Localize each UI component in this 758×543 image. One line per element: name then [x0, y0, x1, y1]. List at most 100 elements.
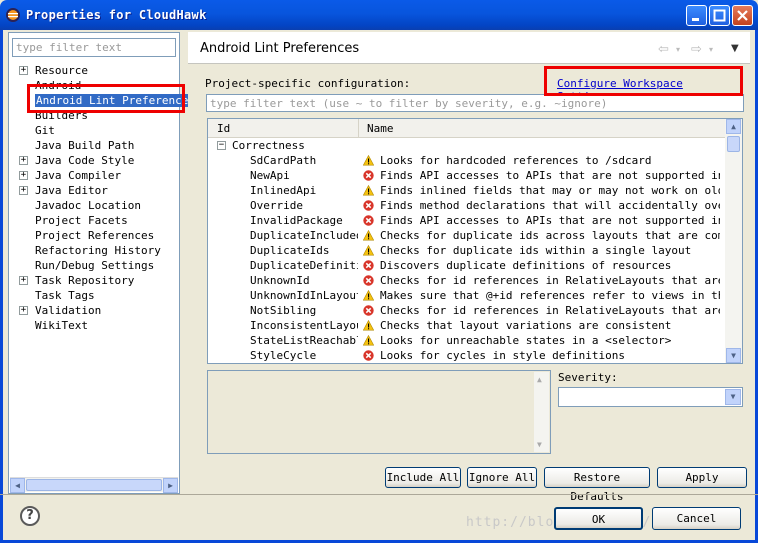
scroll-up-icon[interactable]: ▲: [726, 119, 741, 134]
severity-select[interactable]: ▼: [558, 387, 743, 407]
column-divider[interactable]: [358, 119, 359, 138]
help-icon[interactable]: ?: [20, 506, 40, 526]
tree-item[interactable]: Java Build Path: [9, 138, 179, 153]
category-row[interactable]: − Correctness: [208, 138, 727, 153]
tree-item[interactable]: + Validation: [9, 303, 179, 318]
issue-id: UnknownIdInLayout: [250, 289, 358, 302]
title-bar[interactable]: Properties for CloudHawk: [0, 0, 758, 30]
error-icon: [363, 170, 374, 181]
error-icon: [363, 275, 374, 286]
error-icon: [363, 350, 374, 361]
scroll-down-icon[interactable]: ▼: [726, 348, 741, 363]
tree-item[interactable]: WikiText: [9, 318, 179, 333]
issue-id: StateListReachable: [250, 334, 358, 347]
table-vertical-scrollbar[interactable]: ▲ ▼: [725, 119, 742, 363]
ok-button[interactable]: OK: [554, 507, 643, 530]
tree-horizontal-scrollbar[interactable]: ◀ ▶: [10, 477, 178, 493]
expand-icon[interactable]: +: [19, 66, 28, 75]
tree-item-label: Java Editor: [35, 184, 108, 197]
table-row[interactable]: UnknownId Checks for id references in Rel…: [208, 273, 727, 288]
expand-icon[interactable]: +: [19, 306, 28, 315]
include-all-button[interactable]: Include All: [385, 467, 461, 488]
tree-item[interactable]: Javadoc Location: [9, 198, 179, 213]
tree-item[interactable]: Project References: [9, 228, 179, 243]
apply-button[interactable]: Apply: [657, 467, 747, 488]
tree-item-label: Javadoc Location: [35, 199, 141, 212]
back-menu-icon[interactable]: ▾: [676, 45, 680, 54]
restore-defaults-button[interactable]: Restore Defaults: [544, 467, 650, 503]
tree-filter-input[interactable]: type filter text: [12, 38, 176, 57]
table-row[interactable]: StateListReachable Looks for unreachable …: [208, 333, 727, 348]
tree-item-label: Java Compiler: [35, 169, 122, 182]
table-row[interactable]: DuplicateDefinition Discovers duplicate d…: [208, 258, 727, 273]
tree-item[interactable]: Task Tags: [9, 288, 179, 303]
tree-item[interactable]: + Java Code Style: [9, 153, 179, 168]
forward-arrow-icon[interactable]: ⇨: [691, 42, 702, 57]
issue-name: Finds API accesses to APIs that are not …: [380, 214, 720, 227]
collapse-icon[interactable]: −: [217, 141, 226, 150]
minimize-button[interactable]: [686, 5, 707, 26]
table-row[interactable]: NotSibling Checks for id references in Re…: [208, 303, 727, 318]
cancel-button[interactable]: Cancel: [652, 507, 741, 530]
back-arrow-icon[interactable]: ⇦: [658, 42, 669, 57]
tree-item[interactable]: Git: [9, 123, 179, 138]
error-icon: [363, 305, 374, 316]
table-row[interactable]: StyleCycle Looks for cycles in style defi…: [208, 348, 727, 363]
tree-item-label: Java Code Style: [35, 154, 135, 167]
close-icon: [737, 10, 748, 21]
expand-icon[interactable]: +: [19, 186, 28, 195]
expand-icon[interactable]: +: [19, 171, 28, 180]
issue-name: Looks for unreachable states in a <selec…: [380, 334, 672, 347]
tree-item[interactable]: Builders: [9, 108, 179, 123]
warning-icon: [363, 335, 374, 346]
warning-icon: [363, 245, 374, 256]
detail-scrollbar[interactable]: ▲ ▼: [534, 372, 549, 452]
scroll-left-icon[interactable]: ◀: [10, 478, 25, 493]
scroll-thumb[interactable]: [727, 136, 740, 152]
forward-menu-icon[interactable]: ▾: [709, 45, 713, 54]
tree-item[interactable]: Run/Debug Settings: [9, 258, 179, 273]
tree-item[interactable]: + Resource: [9, 63, 179, 78]
maximize-button[interactable]: [709, 5, 730, 26]
lint-issues-table[interactable]: Id Name − Correctness SdCardPath Looks fo…: [207, 118, 743, 364]
expand-icon[interactable]: +: [19, 156, 28, 165]
chevron-down-icon[interactable]: ▼: [725, 389, 741, 405]
tree-item-label: Run/Debug Settings: [35, 259, 155, 272]
scroll-up-icon[interactable]: ▲: [537, 375, 542, 384]
view-menu-icon[interactable]: ▼: [731, 43, 739, 54]
tree-item-label: Task Tags: [35, 289, 95, 302]
table-row[interactable]: InvalidPackage Finds API accesses to APIs…: [208, 213, 727, 228]
table-row[interactable]: NewApi Finds API accesses to APIs that ar…: [208, 168, 727, 183]
severity-filter-input[interactable]: type filter text (use ~ to filter by sev…: [206, 94, 744, 112]
scroll-thumb[interactable]: [26, 479, 162, 491]
tree-item[interactable]: Refactoring History: [9, 243, 179, 258]
table-row[interactable]: InconsistentLayout Checks that layout var…: [208, 318, 727, 333]
tree-item[interactable]: Android: [9, 78, 179, 93]
expand-icon[interactable]: +: [19, 276, 28, 285]
column-header-name[interactable]: Name: [367, 122, 394, 135]
column-header-id[interactable]: Id: [217, 122, 230, 135]
warning-icon: [363, 290, 374, 301]
table-row[interactable]: InlinedApi Finds inlined fields that may …: [208, 183, 727, 198]
issue-detail-area[interactable]: ▲ ▼: [207, 370, 551, 454]
tree-item[interactable]: + Java Editor: [9, 183, 179, 198]
ignore-all-button[interactable]: Ignore All: [467, 467, 537, 488]
footer-separator: [0, 494, 758, 495]
tree-item[interactable]: Project Facets: [9, 213, 179, 228]
scroll-down-icon[interactable]: ▼: [537, 440, 542, 449]
scroll-right-icon[interactable]: ▶: [163, 478, 178, 493]
table-row[interactable]: UnknownIdInLayout Makes sure that @+id re…: [208, 288, 727, 303]
tree-item[interactable]: Android Lint Preferences: [9, 93, 196, 108]
minimize-icon: [692, 18, 699, 21]
table-row[interactable]: Override Finds method declarations that w…: [208, 198, 727, 213]
preference-tree-panel: type filter text + Resource Android Android…: [8, 32, 196, 494]
tree-item[interactable]: + Task Repository: [9, 273, 179, 288]
issue-id: DuplicateIds: [250, 244, 330, 257]
warning-icon: [363, 185, 374, 196]
table-row[interactable]: SdCardPath Looks for hardcoded references…: [208, 153, 727, 168]
close-button[interactable]: [732, 5, 753, 26]
table-row[interactable]: DuplicateIncludedIds Checks for duplicate…: [208, 228, 727, 243]
tree-item-label: Task Repository: [35, 274, 135, 287]
tree-item[interactable]: + Java Compiler: [9, 168, 179, 183]
table-row[interactable]: DuplicateIds Checks for duplicate ids wit…: [208, 243, 727, 258]
